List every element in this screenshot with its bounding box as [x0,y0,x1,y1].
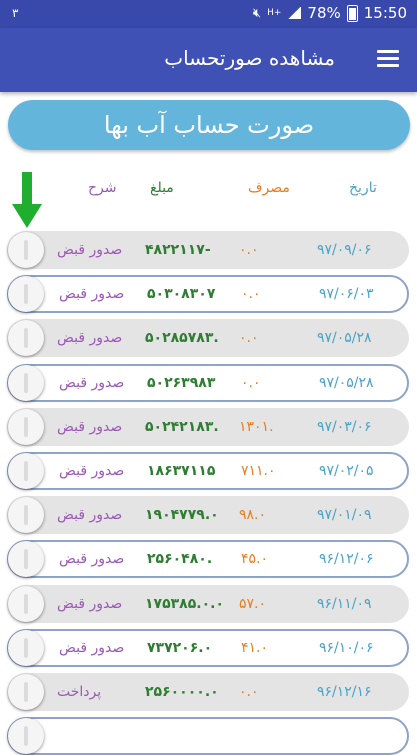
table-row[interactable]: ۹۷/۰۵/۲۸ ۰.۰ ۵۰۲۶۳۹۸۳ صدور قبض [7,364,409,402]
table-row[interactable]: ۹۷/۰۵/۲۸ ۰.۰ ۵۰۲۸۵۷۸۳. صدور قبض [7,319,409,357]
hamburger-menu-icon[interactable] [377,50,399,68]
row-amount: ۴۸۲۲۱۱۷- [145,242,211,258]
row-usage: ۱۳۰۱. [239,419,274,435]
row-description: صدور قبض [59,286,125,302]
row-date: ۹۷/۰۱/۰۹ [317,507,372,523]
row-usage: ۰.۰ [241,375,261,391]
info-icon[interactable] [8,718,44,754]
table-row[interactable]: ۹۶/۱۱/۰۹ ۵۷.۰ ۱۷۵۳۸۵.۰.۰ صدور قبض [7,585,409,623]
row-description: صدور قبض [59,640,125,656]
row-date: ۹۶/۱۱/۰۹ [317,596,372,612]
row-usage: ۴۵.۰ [241,551,269,567]
row-description: صدور قبض [57,507,123,523]
row-amount: ۱۸۶۳۷۱۱۵ [147,463,216,479]
info-icon[interactable] [8,276,44,312]
row-usage: ۴۱.۰ [241,640,269,656]
row-description: صدور قبض [59,551,125,567]
info-icon[interactable] [8,630,44,666]
row-date: ۹۷/۰۳/۰۶ [317,419,372,435]
row-description: صدور قبض [57,242,123,258]
row-amount: ۵۰۲۴۲۱۸۳. [145,419,219,435]
row-usage: ۷۱۱.۰ [241,463,276,479]
table-row[interactable]: ۹۷/۰۶/۰۳ ۰.۰ ۵۰۳۰۸۳۰۷ صدور قبض [7,275,409,313]
row-amount: ۲۵۶۰۰۰۰.۰ [145,684,219,700]
header-date: تاریخ [349,180,377,196]
water-bill-banner-button[interactable]: صورت حساب آب بها [8,100,410,150]
table-row[interactable]: ۹۶/۱۲/۱۶ ۰.۰ ۲۵۶۰۰۰۰.۰ پرداخت [7,673,409,711]
status-icons: 🔇︎ H+ 78% 15:50 [253,4,407,22]
header-usage: مصرف [248,180,290,196]
row-amount: ۵۰۲۶۳۹۸۳ [147,375,216,391]
row-amount: ۱۷۵۳۸۵.۰.۰ [145,596,224,612]
info-icon[interactable] [8,453,44,489]
page-title: مشاهده صورتحساب [164,46,335,70]
row-amount: ۲۵۶۰۴۸۰. [147,551,213,567]
clock: 15:50 [363,4,407,22]
row-usage: ۹۸.۰ [239,507,267,523]
row-usage: ۰.۰ [241,286,261,302]
row-description: صدور قبض [57,330,123,346]
row-usage: ۰.۰ [239,330,259,346]
table-row[interactable]: ۹۷/۰۱/۰۹ ۹۸.۰ ۱۹۰۴۷۷۹.۰ صدور قبض [7,496,409,534]
row-description: پرداخت [57,684,102,700]
row-date: ۹۷/۰۲/۰۵ [319,463,374,479]
info-icon[interactable] [8,586,44,622]
row-description: صدور قبض [57,419,123,435]
info-icon[interactable] [8,497,44,533]
row-date: ۹۶/۱۰/۰۶ [319,640,374,656]
table-row[interactable]: ۹۷/۰۲/۰۵ ۷۱۱.۰ ۱۸۶۳۷۱۱۵ صدور قبض [7,452,409,490]
row-usage: ۵۷.۰ [239,596,267,612]
table-row[interactable]: ۹۶/۱۰/۰۶ ۴۱.۰ ۷۳۷۲۰۶.۰ صدور قبض [7,629,409,667]
row-date: ۹۶/۱۲/۰۶ [319,551,374,567]
row-description: صدور قبض [59,463,125,479]
app-bar: مشاهده صورتحساب [0,28,417,92]
battery-percent: 78% [307,4,341,22]
status-bar: ۳ 🔇︎ H+ 78% 15:50 [0,0,417,28]
signal-icon [287,7,302,19]
row-date: ۹۶/۱۲/۱۶ [317,684,372,700]
table-row[interactable]: ۹۶/۱۲/۰۶ ۴۵.۰ ۲۵۶۰۴۸۰. صدور قبض [7,540,409,578]
info-icon[interactable] [8,365,44,401]
network-icon: H+ [267,8,282,18]
row-date: ۹۷/۰۵/۲۸ [317,330,372,346]
table-row[interactable]: ۹۷/۰۹/۰۶ ۰.۰ ۴۸۲۲۱۱۷- صدور قبض [7,231,409,269]
info-icon[interactable] [8,232,44,268]
row-usage: ۰.۰ [239,684,259,700]
row-date: ۹۷/۰۹/۰۶ [317,242,372,258]
row-amount: ۵۰۳۰۸۳۰۷ [147,286,216,302]
info-icon[interactable] [8,320,44,356]
row-amount: ۵۰۲۸۵۷۸۳. [145,330,219,346]
header-amount: مبلغ [150,180,174,196]
row-usage: ۰.۰ [239,242,259,258]
info-icon[interactable] [8,674,44,710]
header-description: شرح [88,180,117,196]
row-description: صدور قبض [59,375,125,391]
row-description: صدور قبض [57,596,123,612]
info-icon[interactable] [8,541,44,577]
mute-icon: 🔇︎ [252,5,262,21]
row-amount: ۱۹۰۴۷۷۹.۰ [145,507,219,523]
table-row[interactable] [7,717,409,755]
status-indicator: ۳ [12,6,19,20]
table-row[interactable]: ۹۷/۰۳/۰۶ ۱۳۰۱. ۵۰۲۴۲۱۸۳. صدور قبض [7,408,409,446]
battery-icon [346,4,358,22]
row-date: ۹۷/۰۵/۲۸ [319,375,374,391]
row-amount: ۷۳۷۲۰۶.۰ [147,640,213,656]
table-header: تاریخ مصرف مبلغ شرح [0,180,417,202]
info-icon[interactable] [8,409,44,445]
row-date: ۹۷/۰۶/۰۳ [319,286,374,302]
